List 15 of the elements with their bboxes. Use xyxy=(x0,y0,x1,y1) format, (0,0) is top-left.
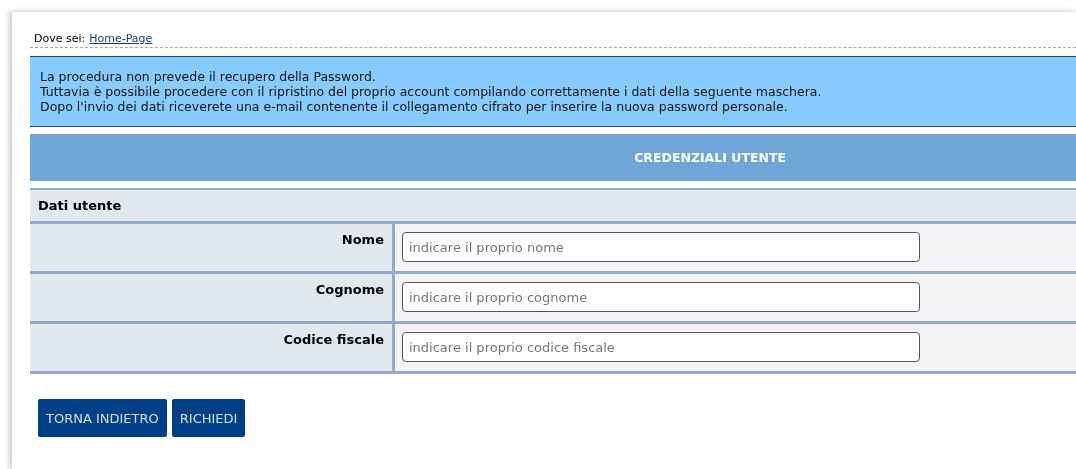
section-header: CREDENZIALI UTENTE xyxy=(30,134,1076,181)
notice-line: Dopo l'invio dei dati riceverete una e-mail contenente il collegamento cifrato per inserire la nuova password personale. xyxy=(40,99,789,114)
home-link[interactable]: Home-Page xyxy=(89,32,153,45)
form-button[interactable]: TORNA INDIETRO xyxy=(38,399,167,437)
form-button[interactable]: RICHIEDI xyxy=(171,399,246,437)
field-label: Nome xyxy=(30,224,395,271)
notice-line: La procedura non prevede il recupero della Password. xyxy=(40,69,377,84)
group-heading: Dati utente xyxy=(30,190,1076,224)
breadcrumb-label: Dove sei: xyxy=(34,32,86,45)
input-field[interactable]: indicare il proprio cognome xyxy=(402,282,920,312)
input-field[interactable]: indicare il proprio codice fiscale xyxy=(402,332,920,362)
notice-line: Tuttavia è possibile procedere con il ripristino del proprio account compilando correttamente i dati della seguente maschera. xyxy=(40,84,823,99)
field-label: Codice fiscale xyxy=(30,324,395,371)
field-label: Cognome xyxy=(30,274,395,321)
input-field[interactable]: indicare il proprio nome xyxy=(402,232,920,262)
